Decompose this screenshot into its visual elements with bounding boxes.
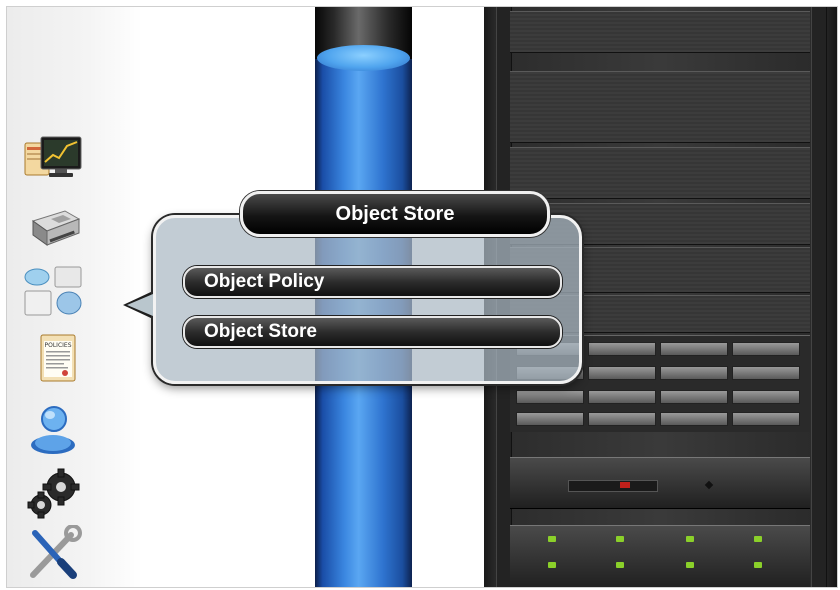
policies-icon[interactable]: POLICIES <box>21 331 85 387</box>
settings-gears-icon[interactable] <box>21 465 85 521</box>
menu-item-object-policy[interactable]: Object Policy <box>183 266 562 298</box>
rack-blank-panel <box>510 71 810 143</box>
disk-drive <box>516 412 584 426</box>
rack-server-unit <box>510 525 810 587</box>
disk-drive <box>660 412 728 426</box>
tools-icon[interactable] <box>21 525 85 581</box>
rack-blank-panel <box>510 147 810 199</box>
disk-drive <box>588 366 656 380</box>
disk-drive <box>588 412 656 426</box>
disk-drive <box>732 366 800 380</box>
rack-server-unit <box>510 457 810 509</box>
storage-device-icon[interactable] <box>21 199 85 255</box>
status-led <box>754 536 762 542</box>
menu-item-object-store[interactable]: Object Store <box>183 316 562 348</box>
disk-drive <box>732 390 800 404</box>
user-icon[interactable] <box>21 399 85 455</box>
popup-panel <box>153 215 582 384</box>
disk-drive <box>660 366 728 380</box>
disk-drive <box>588 390 656 404</box>
disk-drive <box>660 390 728 404</box>
sidebar: POLICIES <box>7 7 142 587</box>
popup-pointer-inner <box>127 294 153 316</box>
status-led <box>754 562 762 568</box>
rack-blank-panel <box>510 11 810 53</box>
status-led <box>548 536 556 542</box>
status-led <box>686 562 694 568</box>
object-store-popup: Object Store Object Policy Object Store <box>123 191 582 385</box>
status-led <box>686 536 694 542</box>
disk-drive <box>588 342 656 356</box>
status-led <box>548 562 556 568</box>
rack-rail-right <box>811 7 827 587</box>
main-canvas: POLICIES Object Store Object Policy Obje… <box>6 6 838 588</box>
object-store-icon[interactable] <box>21 263 85 319</box>
policies-icon-label: POLICIES <box>44 342 71 349</box>
disk-drive <box>732 412 800 426</box>
disk-drive <box>660 342 728 356</box>
storage-cylinder-top <box>317 45 410 71</box>
disk-drive <box>732 342 800 356</box>
popup-title: Object Store <box>240 191 550 237</box>
status-led <box>616 562 624 568</box>
monitoring-icon[interactable] <box>21 131 85 187</box>
status-led <box>616 536 624 542</box>
disk-drive <box>516 390 584 404</box>
